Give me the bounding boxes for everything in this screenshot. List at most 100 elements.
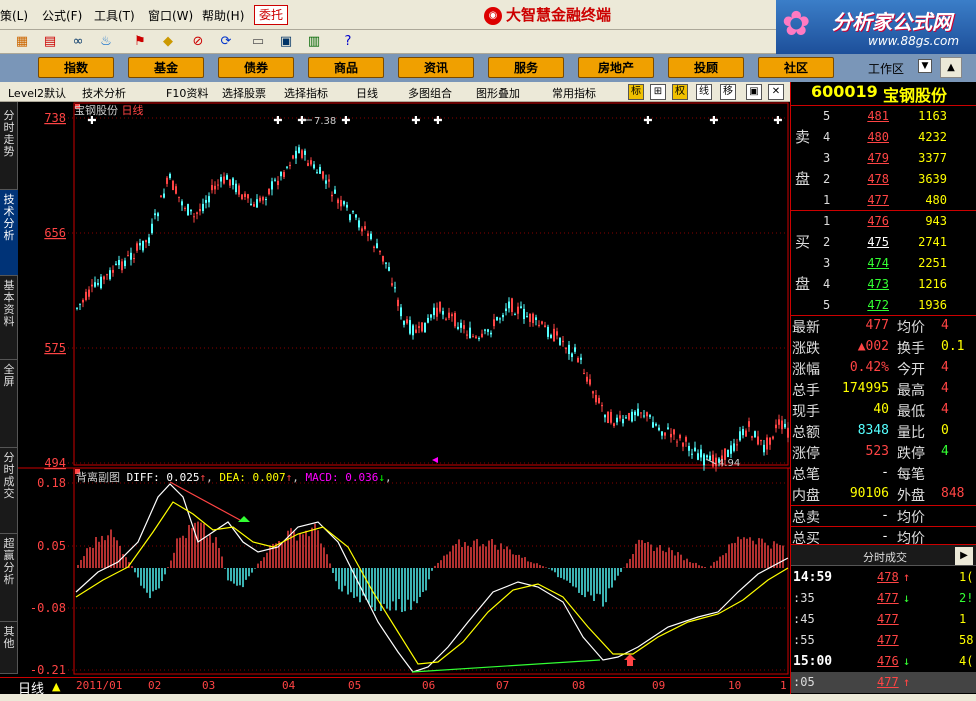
window-restore-icon[interactable]: ▣ [746,84,762,100]
scroll-up-icon[interactable]: ▲ [940,57,962,78]
candle-body [121,261,123,271]
category-real-estate[interactable]: 房地产 [578,57,654,78]
refresh-icon[interactable]: ⟳ [216,33,236,51]
category-service[interactable]: 服务 [488,57,564,78]
tick-next-icon[interactable]: ▶ [955,547,973,565]
f10-menu[interactable]: F10资料 [166,85,208,101]
candle-body [523,308,525,320]
sell-level-row[interactable]: 5 481 1163 [791,106,976,127]
candle-body [496,316,498,321]
tick-row[interactable]: 15:00 476 ↓ 4( [791,651,976,672]
tab-tick-trades[interactable]: 分时成交 [0,448,18,534]
candle-body [226,175,228,180]
candle-body [457,326,459,330]
chart-canvas[interactable]: 7386565754940.180.05-0.08-0.21✚ ✚ ✚ ✚ ✚ ✚ ✚ ✚ ✚7… [18,102,790,677]
buy-level-row[interactable]: 3 474 2251 [791,253,976,274]
diamond-icon[interactable]: ◆ [158,33,178,51]
period-triangle-icon[interactable]: ▲ [52,680,60,693]
buy-level-row[interactable]: 1 476 943 [791,211,976,232]
category-commodity[interactable]: 商品 [308,57,384,78]
workspace-dropdown-icon[interactable]: ▼ [918,59,932,73]
stop-icon[interactable]: ⊘ [188,33,208,51]
sell-level-row[interactable]: 4 480 4232 [791,127,976,148]
workspace-label[interactable]: 工作区 [868,60,904,77]
document-icon[interactable]: ▭ [248,33,268,51]
candle-body [220,177,222,182]
candle-body [352,211,354,213]
multi-chart-menu[interactable]: 多图组合 [408,85,452,101]
quote-board-icon[interactable]: ▦ [12,33,32,51]
category-news[interactable]: 资讯 [398,57,474,78]
window-icon[interactable]: ▣ [276,33,296,51]
candle-body [376,243,378,249]
signal-marker: ✚ [773,114,782,127]
tab-technical[interactable]: 技术分析 [0,190,18,276]
chart-area[interactable]: 738 656 575 494 0.18 0.05 -0.08 -0.21 ✚ ✚ ✚ ✚ ✚ ✚ ✚ ✚ ✚ 7… [18,102,790,677]
menu-strategy[interactable]: 策(L) [0,7,28,24]
help-pointer-icon[interactable]: ? [338,33,358,51]
category-bond[interactable]: 债券 [218,57,294,78]
sell-level-row[interactable]: 2 478 3639 [791,169,976,190]
technical-analysis-menu[interactable]: 技术分析 [82,85,126,101]
tab-other[interactable]: 其他 [0,622,18,674]
sell-level-row[interactable]: 1 477 480 [791,190,976,211]
toggle-line[interactable]: 线 [696,84,712,100]
common-indicator-menu[interactable]: 常用指标 [552,85,596,101]
tick-title[interactable]: 分时成交 [863,549,907,565]
candle-body [388,267,390,271]
stat-label: 总笔 [792,467,820,483]
menu-tools[interactable]: 工具(T) [94,7,135,24]
candle-body [499,318,501,320]
candle-body [754,431,756,438]
category-advisor[interactable]: 投顾 [668,57,744,78]
window-close-icon[interactable]: ✕ [768,84,784,100]
sell-level-row[interactable]: 3 479 3377 [791,148,976,169]
layout-default-menu[interactable]: Level2默认 [8,85,66,101]
quote-panel: 600019 宝钢股份 卖 盘 5 481 1163 4 480 4232 3 479 33… [790,82,976,694]
toggle-move[interactable]: 移 [720,84,736,100]
buy-level-row[interactable]: 4 473 1216 [791,274,976,295]
tab-fundamental[interactable]: 基本资料 [0,276,18,360]
toggle-rights[interactable]: 权 [672,84,688,100]
tick-row[interactable]: :55 477 58 [791,630,976,651]
candle-body [784,423,786,428]
category-index[interactable]: 指数 [38,57,114,78]
toggle-mark[interactable]: 标 [628,84,644,100]
candle-body [265,199,267,201]
candle-body [94,282,96,287]
period-menu[interactable]: 日线 [356,85,378,101]
menu-formula[interactable]: 公式(F) [42,7,82,24]
overlay-menu[interactable]: 图形叠加 [476,85,520,101]
alarm-icon[interactable]: ♨ [96,33,116,51]
binoculars-icon[interactable]: ∞ [68,33,88,51]
tab-intraday[interactable]: 分时走势 [0,106,18,190]
candle-body [367,233,369,237]
tick-row[interactable]: 14:59 478 ↑ 1( [791,567,976,588]
candle-body [88,289,90,297]
toggle-grid[interactable]: ⊞ [650,84,666,100]
tab-super-analysis[interactable]: 超赢分析 [0,534,18,622]
tab-fullscreen[interactable]: 全屏 [0,360,18,448]
buy-level-row[interactable]: 5 472 1936 [791,295,976,316]
candle-body [340,200,342,207]
tick-row[interactable]: :35 477 ↓ 2! [791,588,976,609]
tick-volume: 58 [959,633,974,647]
ranking-icon[interactable]: ▤ [40,33,60,51]
candle-body [349,214,351,221]
brand-banner: ✿ 分析家公式网 www.88gs.com [776,0,976,54]
tick-row[interactable]: :05 477 ↑ [791,672,976,693]
select-stock-menu[interactable]: 选择股票 [222,85,266,101]
books-icon[interactable]: ▥ [304,33,324,51]
menu-help[interactable]: 帮助(H) [202,7,244,24]
candle-body [661,431,663,436]
candle-body [142,240,144,251]
category-fund[interactable]: 基金 [128,57,204,78]
tick-row[interactable]: :45 477 1 [791,609,976,630]
candle-body [253,204,255,207]
buy-level-row[interactable]: 2 475 2741 [791,232,976,253]
category-community[interactable]: 社区 [758,57,834,78]
select-indicator-menu[interactable]: 选择指标 [284,85,328,101]
flag-icon[interactable]: ⚑ [130,33,150,51]
entrust-button[interactable]: 委托 [254,5,289,25]
menu-window[interactable]: 窗口(W) [148,7,193,24]
